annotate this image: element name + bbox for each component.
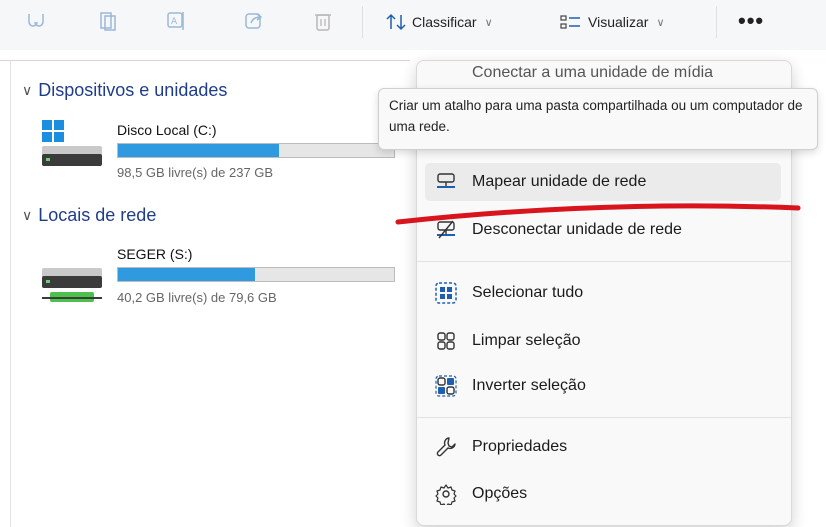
red-annotation-line (395, 203, 801, 225)
